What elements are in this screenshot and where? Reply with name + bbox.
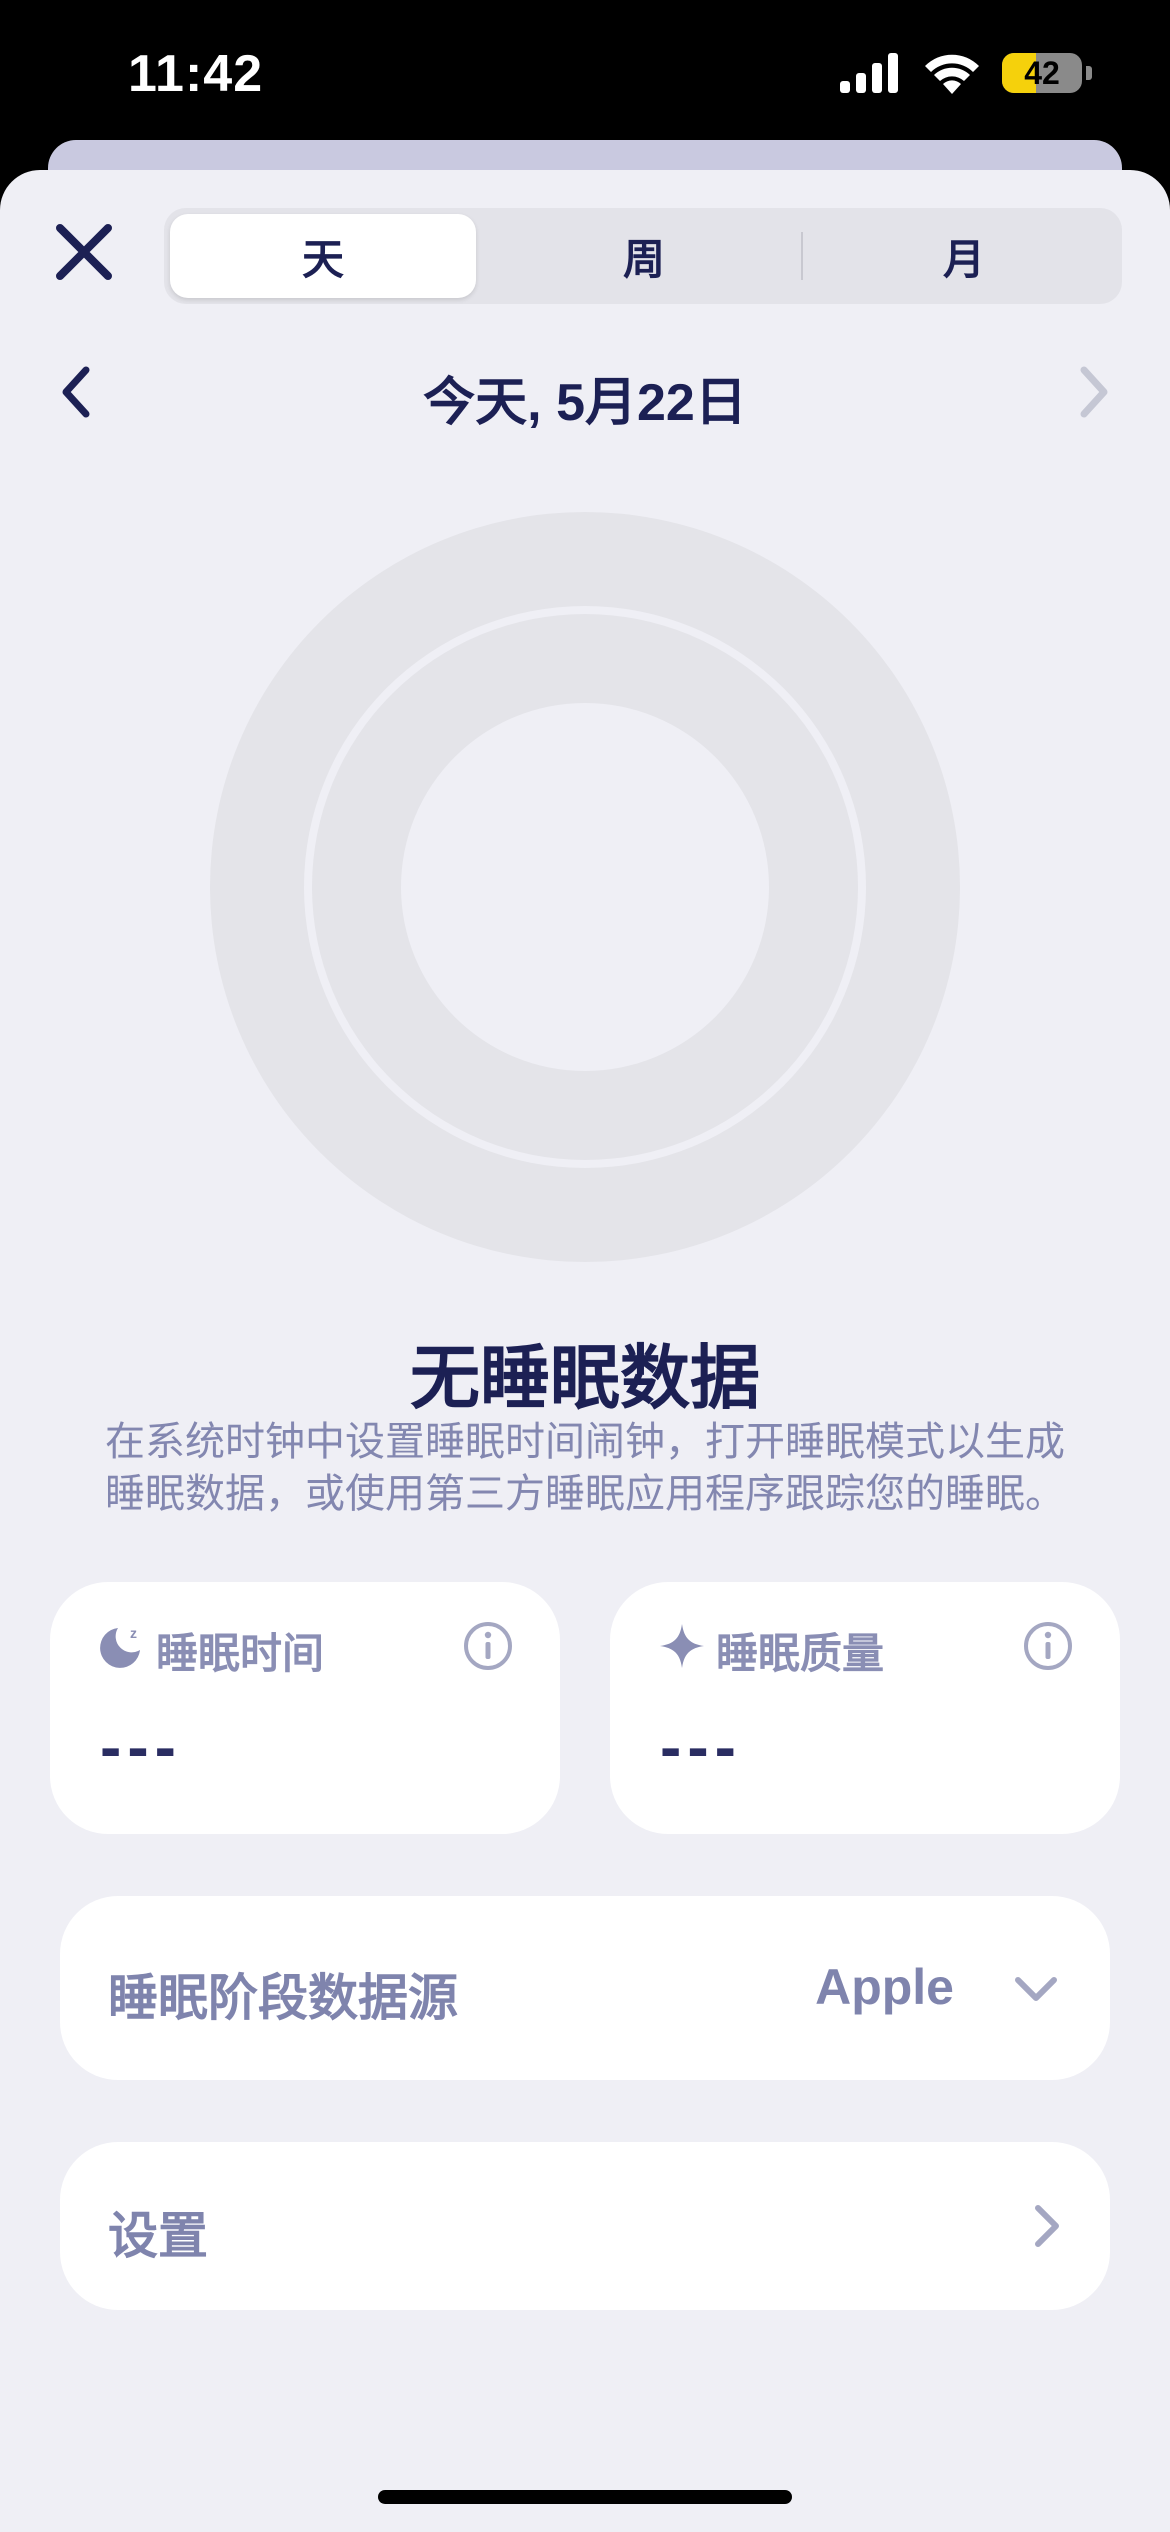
data-source-row[interactable]: 睡眠阶段数据源 Apple (60, 1896, 1110, 2080)
battery-icon: 42 (1002, 53, 1082, 93)
sleep-quality-label: 睡眠质量 (716, 1630, 885, 1677)
empty-state-title: 无睡眠数据 (410, 1339, 760, 1417)
status-time: 11:42 (128, 45, 264, 103)
chevron-left-icon[interactable] (56, 362, 96, 422)
sparkle-icon (660, 1624, 704, 1668)
segment-week[interactable]: 周 (494, 214, 794, 298)
sleep-quality-value: --- (660, 1711, 742, 1783)
empty-state-description-line2: 睡眠数据，或使用第三方睡眠应用程序跟踪您的睡眠。 (105, 1472, 1065, 1516)
period-segmented-control: 天 周 月 (164, 208, 1122, 304)
chevron-right-icon[interactable] (1074, 362, 1114, 422)
status-bar: 11:42 42 (0, 0, 1170, 150)
sleep-time-label: 睡眠时间 (156, 1630, 325, 1677)
close-icon[interactable] (52, 220, 116, 284)
battery-level: 42 (1024, 55, 1060, 91)
segment-day[interactable]: 天 (170, 214, 476, 298)
segment-divider (801, 232, 803, 280)
cellular-signal-icon (840, 53, 898, 93)
sleep-time-value: --- (100, 1711, 182, 1783)
empty-state-description-line1: 在系统时钟中设置睡眠时间闹钟，打开睡眠模式以生成 (105, 1420, 1065, 1464)
chevron-down-icon (1015, 1977, 1057, 2001)
home-indicator[interactable] (378, 2490, 792, 2504)
data-source-value: Apple (815, 1959, 954, 2015)
data-source-label: 睡眠阶段数据源 (108, 1970, 458, 2026)
info-icon[interactable] (462, 1620, 514, 1672)
settings-row[interactable]: 设置 (60, 2142, 1110, 2310)
settings-label: 设置 (108, 2208, 208, 2264)
status-icons: 42 (840, 52, 1092, 94)
moon-icon: z (100, 1625, 140, 1668)
info-icon[interactable] (1022, 1620, 1074, 1672)
segment-month[interactable]: 月 (814, 214, 1114, 298)
chevron-right-icon (1035, 2205, 1059, 2247)
sleep-ring-chart (210, 512, 960, 1262)
svg-text:z: z (130, 1625, 137, 1641)
sleep-quality-card[interactable]: 睡眠质量 --- (610, 1582, 1120, 1834)
wifi-icon (925, 54, 979, 94)
battery-tip (1086, 66, 1092, 80)
date-title: 今天, 5月22日 (423, 374, 747, 432)
empty-state-description: 在系统时钟中设置睡眠时间闹钟，打开睡眠模式以生成 睡眠数据，或使用第三方睡眠应用… (60, 1416, 1110, 1520)
sleep-time-card[interactable]: z 睡眠时间 --- (50, 1582, 560, 1834)
